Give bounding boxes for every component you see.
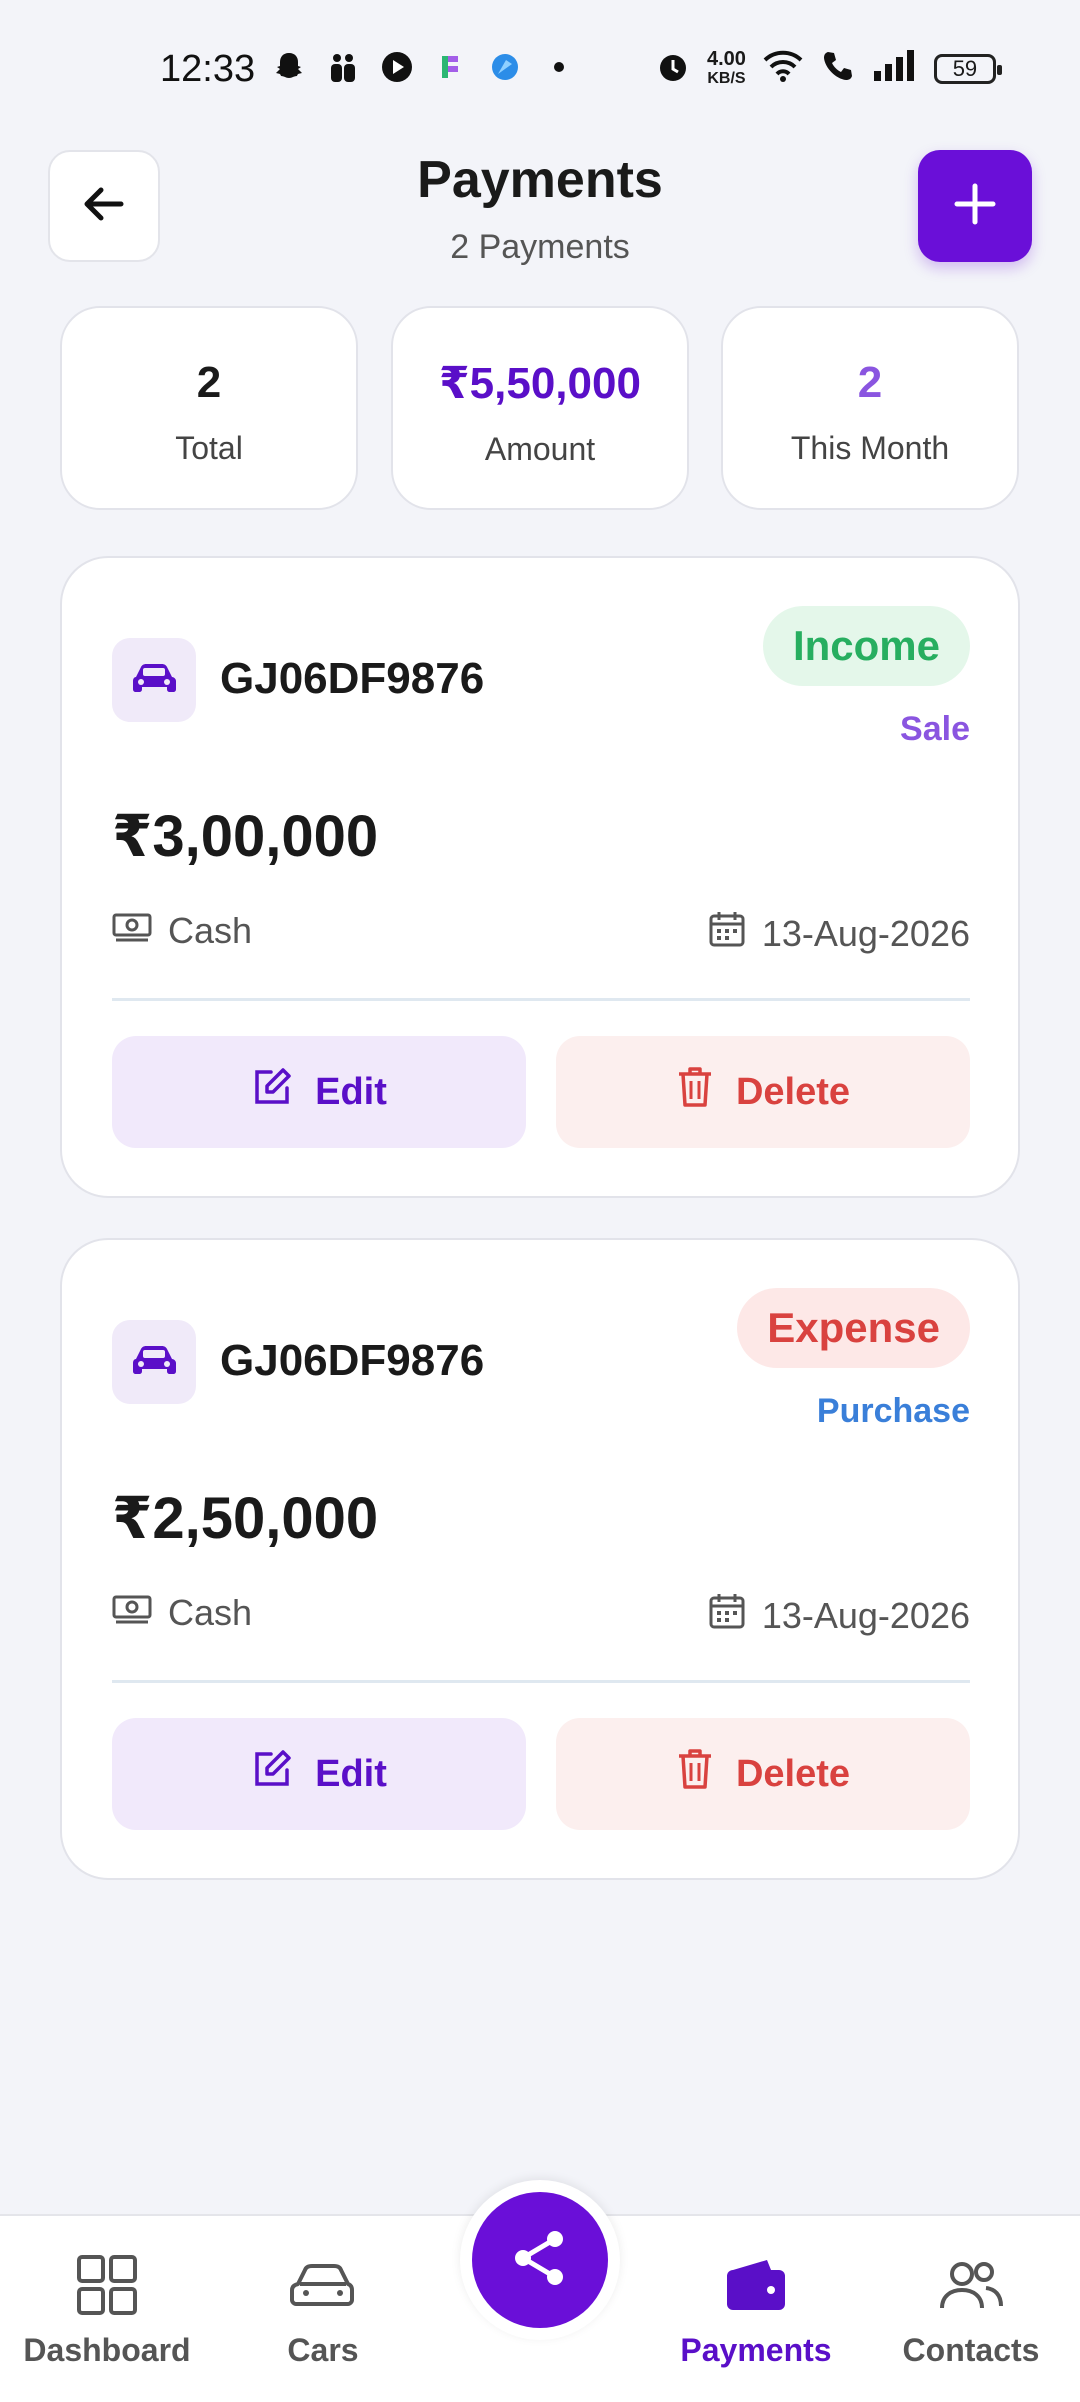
stat-card-this-month: 2 This Month [721, 306, 1019, 510]
snapchat-icon [272, 50, 306, 84]
nav-item-payments[interactable]: Payments [656, 2250, 856, 2369]
nav-item-cars[interactable]: Cars [223, 2250, 423, 2369]
plus-icon [951, 180, 999, 233]
cash-icon [112, 910, 152, 952]
stat-card-total: 2 Total [60, 306, 358, 510]
payment-type-badge: Expense [737, 1288, 970, 1368]
trash-icon [676, 1065, 714, 1119]
battery-indicator: 59 [933, 53, 1002, 84]
payment-card[interactable]: GJ06DF9876 Expense Purchase ₹2,50,000 Ca… [60, 1238, 1020, 1880]
payment-date-label: 13-Aug-2026 [761, 912, 970, 954]
edit-label: Edit [315, 1752, 387, 1795]
calendar-icon [708, 910, 746, 957]
wallet-icon [656, 2250, 856, 2320]
vehicle-icon-box [112, 638, 196, 722]
vehicle-icon-box [112, 1320, 196, 1404]
app-icon [326, 50, 360, 84]
card-divider [112, 1680, 970, 1683]
nav-item-contacts[interactable]: Contacts [871, 2250, 1071, 2369]
speed-unit: KB/S [707, 69, 746, 87]
battery-level: 59 [952, 55, 978, 81]
payment-method: Cash [112, 1592, 252, 1634]
nav-label: Cars [287, 2332, 359, 2368]
delete-label: Delete [735, 1752, 851, 1795]
edit-button[interactable]: Edit [112, 1718, 526, 1830]
car-icon [223, 2250, 423, 2320]
phonepe-icon [434, 50, 468, 84]
payment-date: 13-Aug-2026 [708, 1592, 970, 1639]
status-time: 12:33 [160, 48, 256, 90]
stat-value: 2 [857, 358, 883, 407]
cash-icon [112, 1592, 152, 1634]
dot-icon [542, 50, 576, 84]
vehicle-number: GJ06DF9876 [220, 1336, 485, 1385]
stat-card-amount: ₹5,50,000 Amount [391, 306, 689, 510]
nav-label: Dashboard [23, 2332, 191, 2368]
stat-label: This Month [790, 430, 950, 466]
stat-value: ₹5,50,000 [439, 359, 641, 408]
notification-icons [272, 50, 576, 84]
call-icon [820, 48, 856, 89]
speed-value: 4.00 [707, 47, 746, 70]
payment-method: Cash [112, 910, 252, 952]
payment-method-label: Cash [168, 1592, 253, 1633]
users-icon [871, 2250, 1071, 2320]
payment-card[interactable]: GJ06DF9876 Income Sale ₹3,00,000 Cash 13… [60, 556, 1020, 1198]
grid-icon [7, 2250, 207, 2320]
payment-amount: ₹2,50,000 [112, 1486, 379, 1551]
nav-item-dashboard[interactable]: Dashboard [7, 2250, 207, 2369]
play-icon [380, 50, 414, 84]
payment-date: 13-Aug-2026 [708, 910, 970, 957]
card-divider [112, 998, 970, 1001]
edit-icon [251, 1748, 293, 1800]
delete-button[interactable]: Delete [556, 1036, 970, 1148]
browser-icon [488, 50, 522, 84]
share-icon [509, 2227, 571, 2294]
stat-value: 2 [196, 358, 222, 407]
stat-label: Amount [484, 431, 596, 467]
car-icon [130, 661, 178, 700]
signal-icon [872, 49, 918, 88]
payment-amount: ₹3,00,000 [112, 804, 379, 869]
delete-button[interactable]: Delete [556, 1718, 970, 1830]
payment-subtype: Sale [900, 710, 970, 748]
nav-label: Payments [680, 2332, 832, 2368]
edit-icon [251, 1066, 293, 1118]
edit-label: Edit [315, 1070, 387, 1113]
trash-icon [676, 1747, 714, 1801]
payment-method-label: Cash [168, 910, 253, 951]
stat-label: Total [175, 430, 243, 466]
delete-label: Delete [735, 1070, 851, 1113]
status-right: 4.00 KB/S 59 [655, 48, 1002, 89]
payment-date-label: 13-Aug-2026 [761, 1594, 970, 1636]
nav-label: Contacts [902, 2332, 1040, 2368]
status-bar: 12:33 4.00 KB/S 59 [0, 0, 1080, 140]
car-icon [130, 1343, 178, 1382]
edit-button[interactable]: Edit [112, 1036, 526, 1148]
payment-type-badge: Income [762, 606, 970, 686]
alarm-icon [655, 48, 691, 89]
add-payment-button[interactable] [918, 150, 1032, 262]
calendar-icon [708, 1592, 746, 1639]
wifi-icon [762, 48, 804, 89]
share-fab-button[interactable] [472, 2192, 608, 2328]
payment-subtype: Purchase [816, 1392, 970, 1430]
network-speed: 4.00 KB/S [707, 49, 746, 89]
vehicle-number: GJ06DF9876 [220, 654, 485, 703]
